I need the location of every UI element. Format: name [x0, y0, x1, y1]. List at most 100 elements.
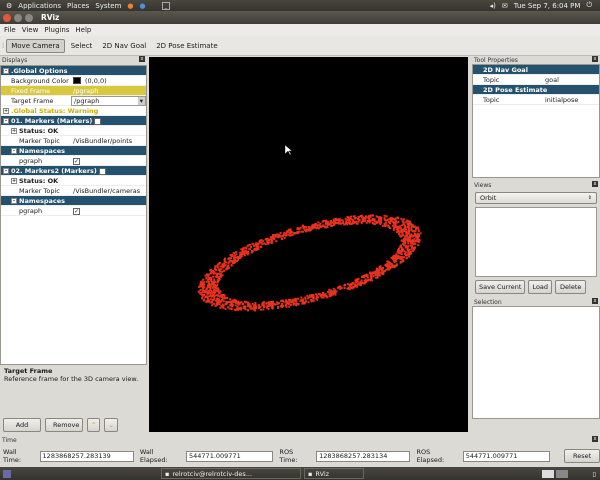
close-dock-icon[interactable]: x — [139, 56, 145, 62]
volume-icon[interactable]: ◂) — [490, 2, 496, 10]
enabled-checkbox[interactable]: ✓ — [94, 117, 102, 125]
tool-properties-tree[interactable]: 2D Nav Goal Topic goal 2D Pose Estimate Topi… — [472, 64, 600, 178]
tool-property-row[interactable]: Topic goal — [473, 75, 599, 85]
move-down-icon[interactable]: ⌄ — [104, 418, 118, 432]
point — [261, 302, 264, 305]
menu-places[interactable]: Places — [67, 2, 89, 10]
taskbar-rviz[interactable]: ▪ RViz — [304, 468, 364, 479]
expand-icon[interactable]: + — [3, 107, 9, 114]
maximize-window-icon[interactable] — [25, 13, 33, 22]
point — [334, 221, 336, 224]
property-value[interactable]: ✓ — [92, 117, 146, 125]
menu-system[interactable]: System — [95, 2, 121, 10]
display-row[interactable]: + Status: OK — [1, 126, 146, 136]
collapse-icon[interactable]: - — [11, 147, 17, 154]
menu-view[interactable]: View — [22, 26, 39, 34]
property-value[interactable]: /pgraph ▾ — [71, 95, 146, 106]
displays-tree[interactable]: - .Global Options Background Color (0,0,0) F… — [0, 65, 147, 365]
trash-icon[interactable]: ▯ — [592, 470, 596, 478]
property-name: Target Frame — [11, 96, 54, 105]
views-list[interactable] — [475, 207, 597, 277]
tool-property-row[interactable]: 2D Pose Estimate — [473, 85, 599, 95]
workspace-switcher[interactable] — [542, 469, 569, 478]
display-row[interactable]: + .Global Status: Warning — [1, 106, 146, 116]
menu-file[interactable]: File — [4, 26, 16, 34]
close-window-icon[interactable] — [3, 13, 11, 22]
mail-icon[interactable]: ✉ — [502, 2, 508, 10]
display-row[interactable]: Target Frame/pgraph ▾ — [1, 95, 146, 106]
add-display-button[interactable]: Add — [3, 418, 41, 432]
remove-display-button[interactable]: Remove — [45, 418, 83, 432]
delete-view-button[interactable]: Delete — [555, 280, 587, 294]
minimize-window-icon[interactable] — [14, 13, 22, 22]
tool-property-row[interactable]: 2D Nav Goal — [473, 65, 599, 75]
collapse-icon[interactable]: - — [3, 167, 9, 174]
firefox-icon[interactable]: ● — [127, 2, 133, 10]
ros-time-field[interactable]: 1283868257.283134 — [316, 450, 411, 462]
load-view-button[interactable]: Load — [528, 280, 553, 294]
enabled-checkbox[interactable]: ✓ — [98, 167, 106, 175]
point — [410, 233, 413, 236]
reset-time-button[interactable]: Reset — [564, 449, 600, 463]
display-row[interactable]: Marker Topic/VisBundler/cameras — [1, 186, 146, 196]
display-row[interactable]: - Namespaces — [1, 196, 146, 206]
close-dock-icon[interactable]: x — [592, 298, 598, 304]
ubuntu-logo-icon[interactable]: ⚙ — [6, 2, 12, 10]
render-viewport[interactable] — [149, 57, 468, 432]
enabled-checkbox[interactable]: ✓ — [73, 157, 80, 165]
taskbar-terminal[interactable]: ▪ relrotciv@relrotciv-des... — [161, 468, 301, 479]
power-icon[interactable]: ⏻ — [586, 1, 592, 10]
close-dock-icon[interactable]: x — [592, 181, 598, 187]
help-icon[interactable]: ● — [140, 2, 146, 10]
move-camera-button[interactable]: Move Camera — [6, 38, 65, 53]
property-value[interactable]: (0,0,0) — [71, 77, 146, 85]
display-row[interactable]: Background Color (0,0,0) — [1, 76, 146, 86]
expand-icon[interactable]: + — [11, 127, 17, 134]
select-button[interactable]: Select — [67, 40, 97, 52]
move-up-icon[interactable]: ⌃ — [87, 418, 101, 432]
toolbar-grip-icon[interactable]: ⁞ — [2, 42, 4, 50]
color-swatch[interactable] — [73, 77, 81, 84]
terminal-icon[interactable]: _ — [161, 1, 171, 10]
enabled-checkbox[interactable]: ✓ — [73, 207, 80, 215]
tool-property-row[interactable]: Topic initialpose — [473, 95, 599, 105]
close-dock-icon[interactable]: x — [592, 56, 598, 62]
display-row[interactable]: - .Global Options — [1, 66, 146, 76]
menu-applications[interactable]: Applications — [18, 2, 61, 10]
menu-plugins[interactable]: Plugins — [44, 26, 69, 34]
show-desktop-icon[interactable] — [3, 469, 11, 478]
nav-goal-button[interactable]: 2D Nav Goal — [98, 40, 150, 52]
display-row[interactable]: - Namespaces — [1, 146, 146, 156]
menu-help[interactable]: Help — [75, 26, 91, 34]
ros-elapsed-field[interactable]: 544771.009771 — [462, 450, 551, 462]
property-value[interactable]: ✓ — [71, 207, 146, 215]
property-value[interactable]: initialpose — [543, 96, 599, 104]
rviz-icon: ▪ — [308, 469, 313, 478]
display-row[interactable]: + Status: OK — [1, 176, 146, 186]
save-current-view-button[interactable]: Save Current — [475, 280, 526, 294]
property-value[interactable]: /VisBundler/points — [71, 137, 146, 145]
expand-icon[interactable]: + — [11, 177, 17, 184]
clock-text[interactable]: Tue Sep 7, 6:04 PM — [514, 2, 581, 10]
view-type-select[interactable]: Orbit ⇕ — [475, 192, 597, 204]
pose-estimate-button[interactable]: 2D Pose Estimate — [152, 40, 221, 52]
selection-tree[interactable] — [472, 306, 600, 419]
display-row[interactable]: Fixed Frame/pgraph — [1, 86, 146, 96]
collapse-icon[interactable]: - — [3, 67, 9, 74]
display-row[interactable]: Marker Topic/VisBundler/points — [1, 136, 146, 146]
property-value[interactable]: /pgraph — [71, 87, 146, 95]
dropdown-arrow-icon[interactable]: ▾ — [137, 96, 145, 105]
wall-elapsed-field[interactable]: 544771.009771 — [186, 450, 274, 462]
collapse-icon[interactable]: - — [11, 197, 17, 204]
property-value[interactable]: ✓ — [71, 157, 146, 165]
wall-time-field[interactable]: 1283868257.283139 — [39, 450, 134, 462]
display-row[interactable]: -01. Markers (Markers) ✓ — [1, 116, 146, 126]
property-value[interactable]: goal — [543, 76, 599, 84]
display-row[interactable]: pgraph ✓ — [1, 156, 146, 166]
property-value[interactable]: /VisBundler/cameras — [71, 187, 146, 195]
property-value[interactable]: ✓ — [97, 167, 146, 175]
display-row[interactable]: -02. Markers2 (Markers) ✓ — [1, 166, 146, 176]
collapse-icon[interactable]: - — [3, 117, 9, 124]
display-row[interactable]: pgraph ✓ — [1, 206, 146, 216]
close-dock-icon[interactable]: x — [592, 436, 598, 442]
